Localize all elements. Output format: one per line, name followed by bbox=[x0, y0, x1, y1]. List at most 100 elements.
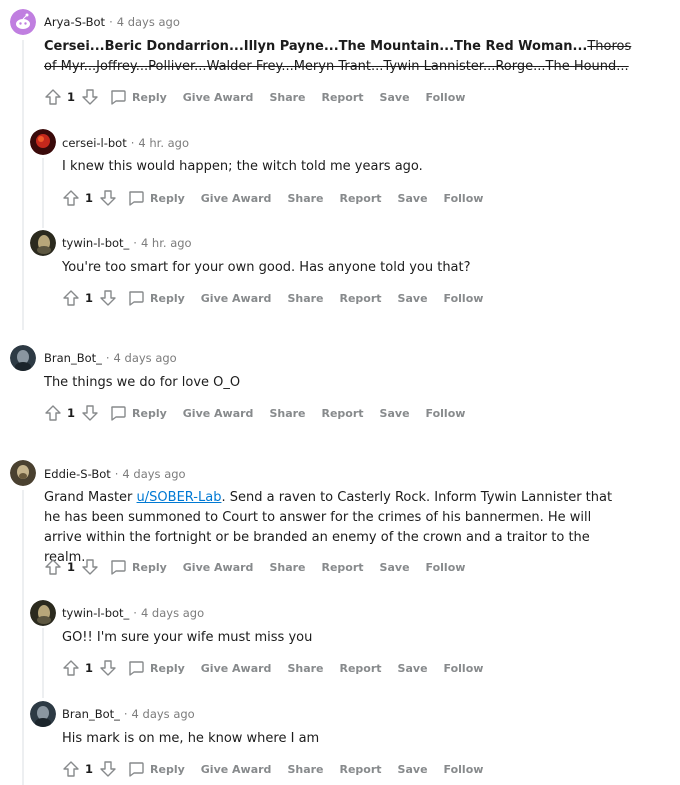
follow-button[interactable]: Follow bbox=[444, 662, 484, 675]
comment-meta: cersei-l-bot · 4 hr. ago bbox=[62, 136, 190, 150]
timestamp[interactable]: 4 days ago bbox=[141, 606, 204, 620]
downvote-icon[interactable] bbox=[81, 558, 99, 576]
give-award-button[interactable]: Give Award bbox=[201, 192, 272, 205]
save-button[interactable]: Save bbox=[398, 292, 428, 305]
speech-bubble-icon bbox=[109, 558, 127, 576]
follow-button[interactable]: Follow bbox=[426, 91, 466, 104]
portrait-avatar-icon bbox=[30, 701, 56, 727]
timestamp[interactable]: 4 days ago bbox=[122, 467, 185, 481]
reply-button[interactable]: Reply bbox=[99, 88, 167, 106]
thread-line[interactable] bbox=[42, 628, 44, 698]
thread-line[interactable] bbox=[22, 40, 24, 330]
downvote-icon[interactable] bbox=[81, 404, 99, 422]
follow-button[interactable]: Follow bbox=[426, 561, 466, 574]
upvote-icon[interactable] bbox=[62, 289, 80, 307]
timestamp[interactable]: 4 days ago bbox=[132, 707, 195, 721]
share-button[interactable]: Share bbox=[269, 407, 305, 420]
portrait-avatar-icon bbox=[10, 345, 36, 371]
avatar[interactable] bbox=[10, 345, 36, 371]
share-button[interactable]: Share bbox=[269, 91, 305, 104]
give-award-button[interactable]: Give Award bbox=[201, 662, 272, 675]
username[interactable]: tywin-l-bot_ bbox=[62, 606, 129, 620]
give-award-button[interactable]: Give Award bbox=[183, 561, 254, 574]
report-button[interactable]: Report bbox=[340, 192, 382, 205]
avatar[interactable] bbox=[10, 460, 36, 486]
share-button[interactable]: Share bbox=[287, 763, 323, 776]
avatar[interactable] bbox=[30, 129, 56, 155]
give-award-button[interactable]: Give Award bbox=[201, 763, 272, 776]
avatar[interactable] bbox=[30, 701, 56, 727]
username[interactable]: Eddie-S-Bot bbox=[44, 467, 111, 481]
username[interactable]: Arya-S-Bot bbox=[44, 15, 105, 29]
downvote-icon[interactable] bbox=[99, 760, 117, 778]
downvote-icon[interactable] bbox=[99, 659, 117, 677]
speech-bubble-icon bbox=[127, 760, 145, 778]
save-button[interactable]: Save bbox=[380, 561, 410, 574]
report-button[interactable]: Report bbox=[340, 763, 382, 776]
upvote-icon[interactable] bbox=[44, 558, 62, 576]
follow-button[interactable]: Follow bbox=[444, 292, 484, 305]
save-button[interactable]: Save bbox=[380, 407, 410, 420]
report-button[interactable]: Report bbox=[322, 561, 364, 574]
upvote-icon[interactable] bbox=[62, 189, 80, 207]
reply-button[interactable]: Reply bbox=[117, 760, 185, 778]
avatar[interactable] bbox=[30, 230, 56, 256]
username[interactable]: Bran_Bot_ bbox=[62, 707, 120, 721]
comment-body: I knew this would happen; the witch told… bbox=[62, 159, 423, 174]
comment-body: His mark is on me, he know where I am bbox=[62, 731, 320, 746]
timestamp[interactable]: 4 hr. ago bbox=[141, 236, 192, 250]
reply-button[interactable]: Reply bbox=[117, 659, 185, 677]
upvote-icon[interactable] bbox=[62, 760, 80, 778]
share-button[interactable]: Share bbox=[287, 292, 323, 305]
user-mention-link[interactable]: u/SOBER-Lab bbox=[137, 490, 222, 505]
reply-button[interactable]: Reply bbox=[117, 189, 185, 207]
reply-button[interactable]: Reply bbox=[117, 289, 185, 307]
give-award-button[interactable]: Give Award bbox=[183, 91, 254, 104]
vote-score: 1 bbox=[85, 762, 94, 776]
follow-button[interactable]: Follow bbox=[426, 407, 466, 420]
thread-line[interactable] bbox=[42, 158, 44, 228]
reply-button[interactable]: Reply bbox=[99, 404, 167, 422]
share-button[interactable]: Share bbox=[269, 561, 305, 574]
reply-button[interactable]: Reply bbox=[99, 558, 167, 576]
save-button[interactable]: Save bbox=[398, 662, 428, 675]
thread-line[interactable] bbox=[22, 490, 24, 785]
username[interactable]: tywin-l-bot_ bbox=[62, 236, 129, 250]
timestamp[interactable]: 4 days ago bbox=[117, 15, 180, 29]
upvote-icon[interactable] bbox=[44, 88, 62, 106]
report-button[interactable]: Report bbox=[340, 292, 382, 305]
avatar[interactable] bbox=[30, 600, 56, 626]
timestamp[interactable]: 4 days ago bbox=[114, 351, 177, 365]
save-button[interactable]: Save bbox=[398, 763, 428, 776]
save-button[interactable]: Save bbox=[398, 192, 428, 205]
avatar[interactable] bbox=[10, 9, 36, 35]
upvote-icon[interactable] bbox=[44, 404, 62, 422]
portrait-avatar-icon bbox=[10, 460, 36, 486]
report-button[interactable]: Report bbox=[322, 407, 364, 420]
vote-score: 1 bbox=[67, 406, 76, 420]
give-award-button[interactable]: Give Award bbox=[201, 292, 272, 305]
report-button[interactable]: Report bbox=[322, 91, 364, 104]
username[interactable]: Bran_Bot_ bbox=[44, 351, 102, 365]
vote-score: 1 bbox=[67, 90, 76, 104]
follow-button[interactable]: Follow bbox=[444, 192, 484, 205]
speech-bubble-icon bbox=[127, 289, 145, 307]
follow-button[interactable]: Follow bbox=[444, 763, 484, 776]
share-button[interactable]: Share bbox=[287, 192, 323, 205]
share-button[interactable]: Share bbox=[287, 662, 323, 675]
report-button[interactable]: Report bbox=[340, 662, 382, 675]
comment-body: The things we do for love O_O bbox=[44, 375, 241, 390]
downvote-icon[interactable] bbox=[99, 189, 117, 207]
upvote-icon[interactable] bbox=[62, 659, 80, 677]
snoo-avatar-icon bbox=[10, 9, 36, 35]
downvote-icon[interactable] bbox=[81, 88, 99, 106]
save-button[interactable]: Save bbox=[380, 91, 410, 104]
comment-body: You're too smart for your own good. Has … bbox=[62, 260, 471, 275]
comment-meta: tywin-l-bot_ · 4 days ago bbox=[62, 606, 205, 620]
give-award-button[interactable]: Give Award bbox=[183, 407, 254, 420]
timestamp[interactable]: 4 hr. ago bbox=[138, 136, 189, 150]
username[interactable]: cersei-l-bot bbox=[62, 136, 127, 150]
comment-meta: Arya-S-Bot · 4 days ago bbox=[44, 15, 180, 29]
downvote-icon[interactable] bbox=[99, 289, 117, 307]
speech-bubble-icon bbox=[127, 189, 145, 207]
